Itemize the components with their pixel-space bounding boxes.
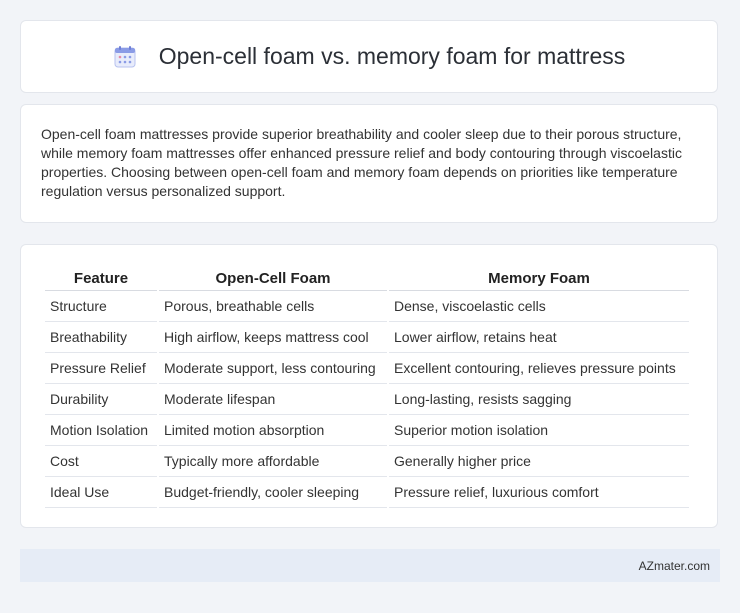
table-cell: High airflow, keeps mattress cool (159, 322, 387, 353)
table-cell: Durability (45, 384, 157, 415)
column-header-memory-foam: Memory Foam (389, 265, 689, 291)
calendar-icon (113, 45, 137, 69)
table-cell: Cost (45, 446, 157, 477)
table-row: Breathability High airflow, keeps mattre… (45, 322, 689, 353)
table-cell: Moderate lifespan (159, 384, 387, 415)
table-cell: Dense, viscoelastic cells (389, 291, 689, 322)
table-row: Ideal Use Budget-friendly, cooler sleepi… (45, 477, 689, 508)
table-cell: Budget-friendly, cooler sleeping (159, 477, 387, 508)
table-cell: Breathability (45, 322, 157, 353)
column-header-open-cell-foam: Open-Cell Foam (159, 265, 387, 291)
table-cell: Porous, breathable cells (159, 291, 387, 322)
footer-brand[interactable]: AZmater.com (639, 559, 710, 573)
table-header-row: Feature Open-Cell Foam Memory Foam (45, 265, 689, 291)
table-cell: Lower airflow, retains heat (389, 322, 689, 353)
footer-bar: AZmater.com (20, 549, 720, 582)
comparison-table: Feature Open-Cell Foam Memory Foam Struc… (43, 265, 691, 508)
table-cell: Pressure Relief (45, 353, 157, 384)
table-row: Durability Moderate lifespan Long-lastin… (45, 384, 689, 415)
table-cell: Limited motion absorption (159, 415, 387, 446)
page-title: Open-cell foam vs. memory foam for mattr… (158, 43, 626, 69)
column-header-feature: Feature (45, 265, 157, 291)
table-cell: Pressure relief, luxurious comfort (389, 477, 689, 508)
table-row: Motion Isolation Limited motion absorpti… (45, 415, 689, 446)
title-card: Open-cell foam vs. memory foam for mattr… (20, 20, 718, 93)
table-cell: Structure (45, 291, 157, 322)
table-cell: Motion Isolation (45, 415, 157, 446)
table-cell: Generally higher price (389, 446, 689, 477)
table-cell: Moderate support, less contouring (159, 353, 387, 384)
table-cell: Typically more affordable (159, 446, 387, 477)
table-row: Pressure Relief Moderate support, less c… (45, 353, 689, 384)
table-row: Cost Typically more affordable Generally… (45, 446, 689, 477)
comparison-table-card: Feature Open-Cell Foam Memory Foam Struc… (20, 244, 718, 528)
table-cell: Long-lasting, resists sagging (389, 384, 689, 415)
table-row: Structure Porous, breathable cells Dense… (45, 291, 689, 322)
summary-card: Open-cell foam mattresses provide superi… (20, 104, 718, 223)
table-cell: Excellent contouring, relieves pressure … (389, 353, 689, 384)
table-cell: Superior motion isolation (389, 415, 689, 446)
summary-text: Open-cell foam mattresses provide superi… (41, 126, 682, 199)
table-cell: Ideal Use (45, 477, 157, 508)
